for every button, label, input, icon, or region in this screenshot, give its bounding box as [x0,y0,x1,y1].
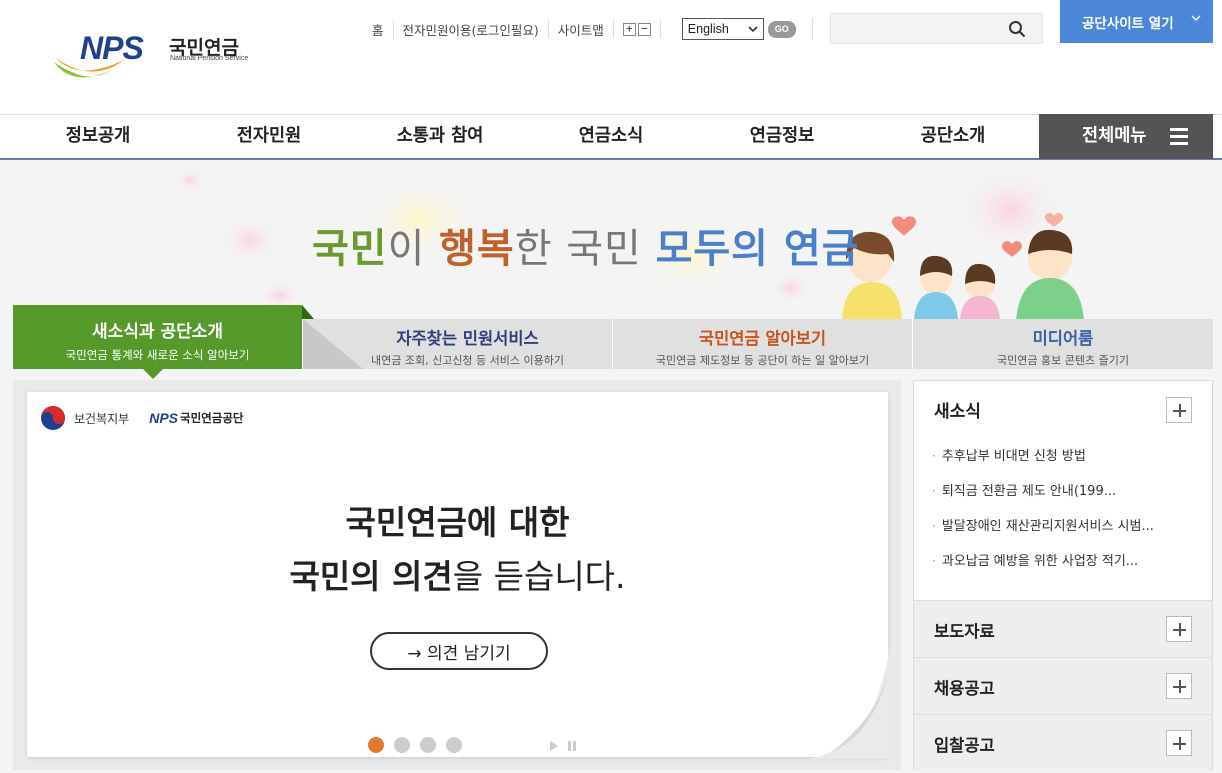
hero-tabs: 자주찾는 민원서비스 내연금 조회, 신고신청 등 서비스 이용하기 국민연금 … [13,305,1213,379]
main-nav: 정보공개 전자민원 소통과 참여 연금소식 연금정보 공단소개 전체메뉴 [0,114,1222,160]
sitemap-link[interactable]: 사이트맵 [558,20,604,39]
font-decrease-button[interactable]: − [637,22,651,36]
tab-title: 새소식과 공단소개 [91,322,224,342]
recruit-more-plus-icon[interactable] [1166,673,1192,699]
main-slider: 보건복지부 NPS 국민연금공단 국민연금에 대한 국민의 의견을 듣습니다. … [13,380,901,770]
slogan-word-4: 한 국민 [514,226,656,272]
hamburger-icon [1170,128,1188,146]
nav-pension-news[interactable]: 연금소식 [526,115,696,159]
taeguk-icon [41,406,65,430]
pause-icon[interactable] [567,740,577,752]
nav-info-disclosure[interactable]: 정보공개 [13,115,183,159]
pager-dot[interactable] [368,737,384,753]
bidding-section[interactable]: 입찰공고 [914,714,1212,771]
bid-more-plus-icon[interactable] [1166,730,1192,756]
slide-play-controls [549,740,577,752]
pager-dot[interactable] [420,737,436,753]
tab-title: 국민연금 알아보기 [698,329,827,348]
tab-title: 자주찾는 민원서비스 [396,329,539,348]
press-release-section[interactable]: 보도자료 [914,600,1212,657]
press-more-plus-icon[interactable] [1166,616,1192,642]
tab-pension-learn[interactable]: 국민연금 알아보기 국민연금 제도정보 등 공단이 하는 일 알아보기 [612,319,912,369]
news-item[interactable]: · 추후납부 비대면 신청 방법 [932,445,1202,480]
news-title: 새소식 [934,402,981,422]
tab-subtitle: 내연금 조회, 신고신청 등 서비스 이용하기 [370,354,565,367]
nav-communication[interactable]: 소통과 참여 [355,115,525,159]
tab-news-about[interactable]: 새소식과 공단소개 국민연금 통계와 새로운 소식 알아보기 [13,305,314,379]
chevron-down-icon [1191,15,1201,21]
news-item-text: 발달장애인 재산관리지원서비스 시범... [941,519,1154,534]
tab-subtitle: 국민연금 홍보 콘텐츠 즐기기 [997,354,1129,367]
section-label: 보도자료 [934,622,995,641]
logo-brand: NPS [80,30,144,66]
play-icon[interactable] [549,740,559,752]
news-panel: 새소식 · 추후납부 비대면 신청 방법 · 퇴직금 전환금 제도 안내(199..… [913,380,1213,771]
site-open-button[interactable]: 공단사이트 열기 [1060,0,1213,43]
page: NPS 국민연금 National Pension Service 홈 전자민원… [0,0,1222,773]
slide-card[interactable]: 보건복지부 NPS 국민연금공단 국민연금에 대한 국민의 의견을 듣습니다. … [27,392,890,759]
language-select[interactable]: English [681,18,764,40]
nps-org-logo: NPS 국민연금공단 [149,410,243,426]
slide-headline-2: 국민의 의견을 듣습니다. [27,550,888,598]
tab-title: 미디어룸 [1032,329,1094,348]
news-item-text: 추후납부 비대면 신청 방법 [941,449,1086,464]
nps-logo[interactable]: NPS 국민연금 National Pension Service [52,30,252,86]
headline-2-rest: 을 듣습니다. [452,557,626,596]
pager-dot[interactable] [446,737,462,753]
page-curl-decoration [810,649,890,759]
language-selected: English [687,22,729,36]
tab-subtitle: 국민연금 제도정보 등 공단이 하는 일 알아보기 [655,354,870,367]
news-item[interactable]: · 과오납금 예방을 위한 사업장 적기... [932,550,1202,585]
e-civil-link[interactable]: 전자민원이용(로그인필요) [403,20,539,39]
chevron-down-icon [748,26,758,33]
logo-name-en: National Pension Service [170,55,249,62]
tab-active-arrow [142,368,164,379]
header: NPS 국민연금 National Pension Service 홈 전자민원… [0,0,1222,114]
tab-fold [302,305,314,319]
slide-logos: 보건복지부 NPS 국민연금공단 [40,405,243,431]
slogan-word-5: 모두의 연금 [655,226,860,272]
tab-civil-services[interactable]: 자주찾는 민원서비스 내연금 조회, 신고신청 등 서비스 이용하기 [302,319,612,369]
org-name: 국민연금공단 [180,411,244,425]
news-item[interactable]: · 발달장애인 재산관리지원서비스 시범... [932,515,1202,550]
home-link[interactable]: 홈 [372,20,384,39]
nav-pension-info[interactable]: 연금정보 [697,115,867,159]
all-menu-button[interactable]: 전체메뉴 [1039,114,1213,159]
news-item-text: 퇴직금 전환금 제도 안내(199... [941,484,1117,499]
news-list: · 추후납부 비대면 신청 방법 · 퇴직금 전환금 제도 안내(199... · 발… [932,445,1202,585]
slide-headline-1: 국민연금에 대한 [27,496,888,544]
font-size-controls: + − [622,22,651,36]
org-brand: NPS [149,410,178,426]
section-label: 입찰공고 [934,736,995,755]
ministry-label: 보건복지부 [74,411,130,426]
all-menu-label: 전체메뉴 [1082,126,1147,146]
site-open-label: 공단사이트 열기 [1082,15,1174,32]
slogan-word-3: 행복 [439,226,515,272]
tab-media-room[interactable]: 미디어룸 국민연금 홍보 콘텐츠 즐기기 [912,319,1213,369]
utility-nav: 홈 전자민원이용(로그인필요) 사이트맵 + − English GO [372,18,813,40]
headline-2-bold: 국민의 의견 [289,557,453,596]
slide-pager [368,737,462,753]
hero-slogan: 국민이 행복한 국민 모두의 연금 [312,216,860,274]
section-label: 채용공고 [934,679,995,698]
nav-about[interactable]: 공단소개 [868,115,1038,159]
tab-subtitle: 국민연금 통계와 새로운 소식 알아보기 [65,348,250,362]
hero-section: 국민이 행복한 국민 모두의 연금 자주찾는 민원서비스 내연금 조회, 신고신… [0,160,1222,773]
recruitment-section[interactable]: 채용공고 [914,657,1212,714]
search-icon[interactable] [1008,20,1026,38]
search-input[interactable] [830,13,1043,44]
nav-e-civil[interactable]: 전자민원 [184,115,354,159]
headline-1-text: 국민연금에 대한 [345,503,570,542]
font-increase-button[interactable]: + [622,22,636,36]
news-item[interactable]: · 퇴직금 전환금 제도 안내(199... [932,480,1202,515]
slogan-word-1: 국민 [312,226,388,272]
news-item-text: 과오납금 예방을 위한 사업장 적기... [941,554,1139,569]
pager-dot[interactable] [394,737,410,753]
news-more-plus-icon[interactable] [1166,397,1192,423]
slogan-word-2: 이 [387,226,440,272]
language-go-button[interactable]: GO [767,20,796,38]
leave-opinion-button[interactable]: → 의견 남기기 [370,632,548,670]
